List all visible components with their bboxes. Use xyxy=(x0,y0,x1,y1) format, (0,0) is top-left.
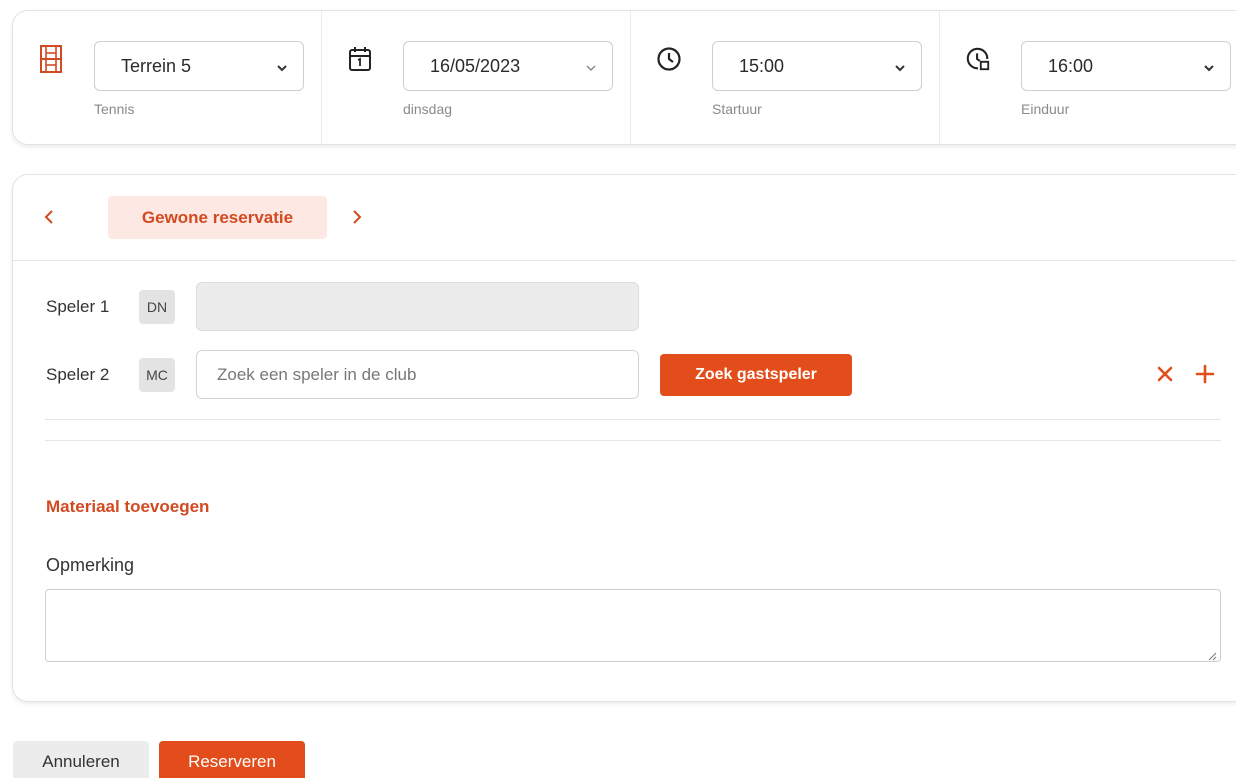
reservation-filter-bar: Terrein 5 Tennis 16/05/2023 dinsdag 15:0… xyxy=(12,10,1236,145)
end-time-select[interactable]: 16:00 xyxy=(1021,41,1231,91)
player-1-label: Speler 1 xyxy=(46,297,110,316)
end-time-label: Einduur xyxy=(1021,101,1070,117)
cancel-button[interactable]: Annuleren xyxy=(13,741,149,778)
chevron-right-icon[interactable] xyxy=(347,207,367,227)
end-time-value: 16:00 xyxy=(1048,55,1094,76)
player-1-field xyxy=(196,282,639,331)
player-row-1: Speler 1 DN xyxy=(13,282,1236,332)
date-weekday-label: dinsdag xyxy=(403,101,453,117)
resize-handle-icon[interactable] xyxy=(1207,648,1217,661)
add-material-link[interactable]: Materiaal toevoegen xyxy=(46,497,209,517)
date-filter: 16/05/2023 dinsdag xyxy=(322,11,631,144)
court-icon xyxy=(38,44,64,74)
chevron-down-icon xyxy=(275,59,289,73)
plus-icon[interactable] xyxy=(1193,362,1217,386)
reservation-type-chip: Gewone reservatie xyxy=(108,196,327,239)
remark-label: Opmerking xyxy=(46,555,135,575)
start-time-select[interactable]: 15:00 xyxy=(712,41,922,91)
start-time-label: Startuur xyxy=(712,101,762,117)
player-2-avatar: MC xyxy=(139,358,175,392)
end-time-filter: 16:00 Einduur xyxy=(940,11,1236,144)
clock-stop-icon xyxy=(965,44,991,74)
court-sport-label: Tennis xyxy=(94,101,135,117)
chevron-down-icon xyxy=(1202,59,1216,73)
calendar-icon xyxy=(347,44,373,74)
date-select-value: 16/05/2023 xyxy=(430,55,521,76)
reservation-card: Gewone reservatie Speler 1 DN Speler 2 M… xyxy=(12,174,1236,702)
clock-icon xyxy=(656,44,682,74)
player-2-label: Speler 2 xyxy=(46,365,110,384)
player-1-avatar: DN xyxy=(139,290,175,324)
player-search-input[interactable] xyxy=(196,350,639,399)
reservation-type-label: Gewone reservatie xyxy=(141,207,294,227)
player-row-2: Speler 2 MC Zoek gastspeler xyxy=(13,350,1236,400)
search-guest-button[interactable]: Zoek gastspeler xyxy=(660,354,852,396)
divider xyxy=(45,440,1221,441)
remark-wrapper xyxy=(45,589,1221,662)
start-time-value: 15:00 xyxy=(739,55,785,76)
chevron-down-icon xyxy=(893,59,907,73)
court-select-value: Terrein 5 xyxy=(121,55,192,76)
start-time-filter: 15:00 Startuur xyxy=(631,11,940,144)
court-select[interactable]: Terrein 5 xyxy=(94,41,304,91)
date-select[interactable]: 16/05/2023 xyxy=(403,41,613,91)
reservation-type-switcher: Gewone reservatie xyxy=(13,175,1236,261)
reserve-button[interactable]: Reserveren xyxy=(159,741,305,778)
close-icon[interactable] xyxy=(1153,362,1177,386)
chevron-down-icon xyxy=(584,59,598,73)
remark-textarea[interactable] xyxy=(45,589,1221,662)
chevron-left-icon[interactable] xyxy=(39,207,59,227)
divider xyxy=(45,419,1221,420)
court-filter: Terrein 5 Tennis xyxy=(13,11,322,144)
